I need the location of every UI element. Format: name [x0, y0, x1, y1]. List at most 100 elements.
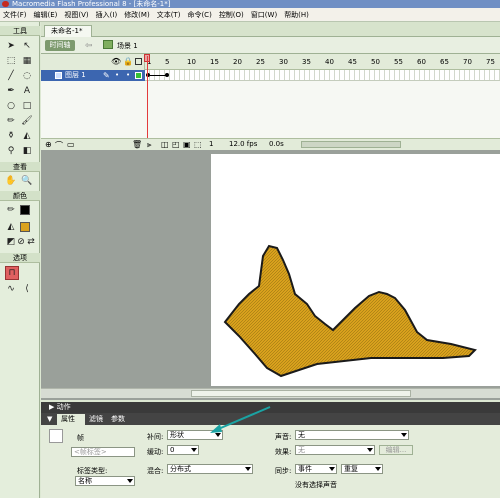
stage-hscroll[interactable] — [41, 388, 500, 398]
stage-hscroll-thumb[interactable] — [191, 390, 411, 397]
ease-input[interactable]: 0 — [167, 445, 199, 455]
back-arrow-icon[interactable]: ⇦ — [85, 41, 93, 51]
swap-colors-icon[interactable]: ⇄ — [24, 235, 38, 249]
menu-file[interactable]: 文件(F) — [3, 10, 27, 20]
fps-readout[interactable]: 12.0 fps — [229, 140, 257, 148]
subselection-icon[interactable]: ↖ — [20, 39, 34, 53]
selected-shape[interactable] — [223, 244, 477, 378]
eyedropper-icon[interactable]: ⚲ — [4, 144, 18, 158]
straighten-icon[interactable]: ⟨ — [20, 282, 34, 296]
window-title: Macromedia Flash Professional 8 - [未命名-1… — [12, 0, 171, 8]
dropdown-arrow-icon — [329, 467, 335, 471]
selection-arrow-icon[interactable]: ➤ — [4, 39, 18, 53]
text-tool-icon[interactable]: A — [20, 84, 34, 98]
ink-bottle-icon[interactable]: ⚱ — [4, 129, 18, 143]
menu-commands[interactable]: 命令(C) — [187, 10, 211, 20]
brush-icon[interactable]: 🖌 — [20, 114, 34, 128]
insert-layer-icon[interactable]: ⊕ — [45, 140, 52, 149]
eraser-icon[interactable]: ◧ — [20, 144, 34, 158]
timeline-toggle-button[interactable]: 时间轴 — [45, 40, 75, 51]
frame-number: 40 — [325, 58, 334, 66]
onion-outline-icon[interactable]: ◰ — [172, 140, 180, 149]
menu-view[interactable]: 视图(V) — [64, 10, 88, 20]
sound-select[interactable]: 无 — [295, 430, 409, 440]
label-type-select[interactable]: 名称 — [75, 476, 135, 486]
fill-color-swatch[interactable] — [20, 222, 30, 232]
frame-number: 20 — [233, 58, 242, 66]
pencil-edit-icon: ✎ — [103, 71, 110, 80]
sync-label: 同步: — [275, 467, 292, 475]
menu-edit[interactable]: 编辑(E) — [34, 10, 58, 20]
menu-modify[interactable]: 修改(M) — [124, 10, 150, 20]
frame-label-input[interactable]: <帧标签> — [71, 447, 135, 457]
repeat-value: 重复 — [344, 465, 358, 473]
stage-svg — [223, 244, 477, 378]
insert-folder-icon[interactable]: ▭ — [67, 140, 75, 149]
frame-number: 55 — [394, 58, 403, 66]
outline-all-icon[interactable] — [135, 58, 142, 65]
modify-onion-markers-icon[interactable]: ⬚ — [194, 140, 202, 149]
hand-tool-icon[interactable]: ✋ — [4, 174, 18, 188]
stage-canvas[interactable] — [211, 154, 500, 386]
effect-select[interactable]: 无 — [295, 445, 375, 455]
snap-magnet-icon[interactable]: ⊓ — [5, 266, 19, 280]
frame-number: 50 — [371, 58, 380, 66]
frame-cells[interactable] — [145, 70, 500, 81]
scene-name[interactable]: 场景 1 — [117, 41, 138, 51]
view-section-title: 查看 — [0, 162, 40, 172]
show-hide-eye-icon[interactable]: 👁 — [111, 57, 121, 66]
delete-layer-trash-icon[interactable]: 🗑 — [132, 140, 142, 149]
line-tool-icon[interactable]: ╱ — [4, 69, 18, 83]
sync-value: 事件 — [298, 465, 312, 473]
frame-number: 10 — [187, 58, 196, 66]
free-transform-icon[interactable]: ⬚ — [4, 54, 18, 68]
dropdown-arrow-icon — [401, 433, 407, 437]
blend-label: 混合: — [147, 467, 164, 475]
edit-multiple-frames-icon[interactable]: ▣ — [183, 140, 191, 149]
frame-type-icon — [49, 429, 63, 443]
frame-ruler[interactable]: 1 5 10 15 20 25 30 35 40 45 50 55 60 65 … — [145, 54, 500, 70]
menu-help[interactable]: 帮助(H) — [284, 10, 309, 20]
document-tab[interactable]: 未命名-1* — [44, 25, 92, 37]
pencil-icon[interactable]: ✏ — [4, 114, 18, 128]
menu-insert[interactable]: 插入(I) — [96, 10, 118, 20]
stroke-color-pencil-icon[interactable]: ✏ — [4, 203, 18, 217]
lasso-icon[interactable]: ◌ — [20, 69, 34, 83]
fill-color-bucket-icon[interactable]: ◭ — [4, 220, 18, 234]
tween-value: 形状 — [170, 431, 184, 439]
center-frame-icon[interactable]: ⫸ — [147, 140, 152, 150]
timeline-hscroll[interactable] — [301, 141, 401, 148]
menu-text[interactable]: 文本(T) — [157, 10, 181, 20]
no-sound-selected-text: 没有选择声音 — [295, 481, 337, 489]
oval-tool-icon[interactable]: ○ — [4, 99, 18, 113]
visibility-dot-icon[interactable]: • — [115, 70, 119, 81]
pen-tool-icon[interactable]: ✒ — [4, 84, 18, 98]
layer-row[interactable]: 图层 1 ✎ • • — [41, 70, 145, 81]
repeat-select[interactable]: 重复 — [341, 464, 383, 474]
dropdown-arrow-icon — [127, 479, 133, 483]
tab-parameters[interactable]: 参数 — [111, 413, 125, 425]
tab-properties[interactable]: 属性 — [57, 414, 85, 425]
menu-control[interactable]: 控制(O) — [219, 10, 244, 20]
frame-label: 帧 — [77, 434, 84, 442]
zoom-tool-icon[interactable]: 🔍 — [20, 174, 34, 188]
layer-name[interactable]: 图层 1 — [65, 70, 86, 81]
paint-bucket-icon[interactable]: ◭ — [20, 129, 34, 143]
dropdown-arrow-icon — [375, 467, 381, 471]
smooth-icon[interactable]: ∿ — [4, 282, 18, 296]
edit-sound-button[interactable]: 编辑... — [379, 445, 413, 455]
tab-filters[interactable]: 滤镜 — [89, 413, 103, 425]
blend-select[interactable]: 分布式 — [167, 464, 253, 474]
fill-transform-icon[interactable]: ▦ — [20, 54, 34, 68]
keyframe-end[interactable] — [165, 73, 169, 77]
layer-outline-color-icon[interactable] — [135, 72, 142, 79]
menu-window[interactable]: 窗口(W) — [251, 10, 277, 20]
lock-all-icon[interactable]: 🔒 — [123, 57, 133, 66]
stroke-color-swatch[interactable] — [20, 205, 30, 215]
sync-select[interactable]: 事件 — [295, 464, 337, 474]
rectangle-tool-icon[interactable]: □ — [20, 99, 34, 113]
frame-number: 15 — [210, 58, 219, 66]
lock-dot-icon[interactable]: • — [126, 70, 130, 81]
ease-label: 缓动: — [147, 448, 164, 456]
onion-skin-icon[interactable]: ◫ — [161, 140, 169, 149]
